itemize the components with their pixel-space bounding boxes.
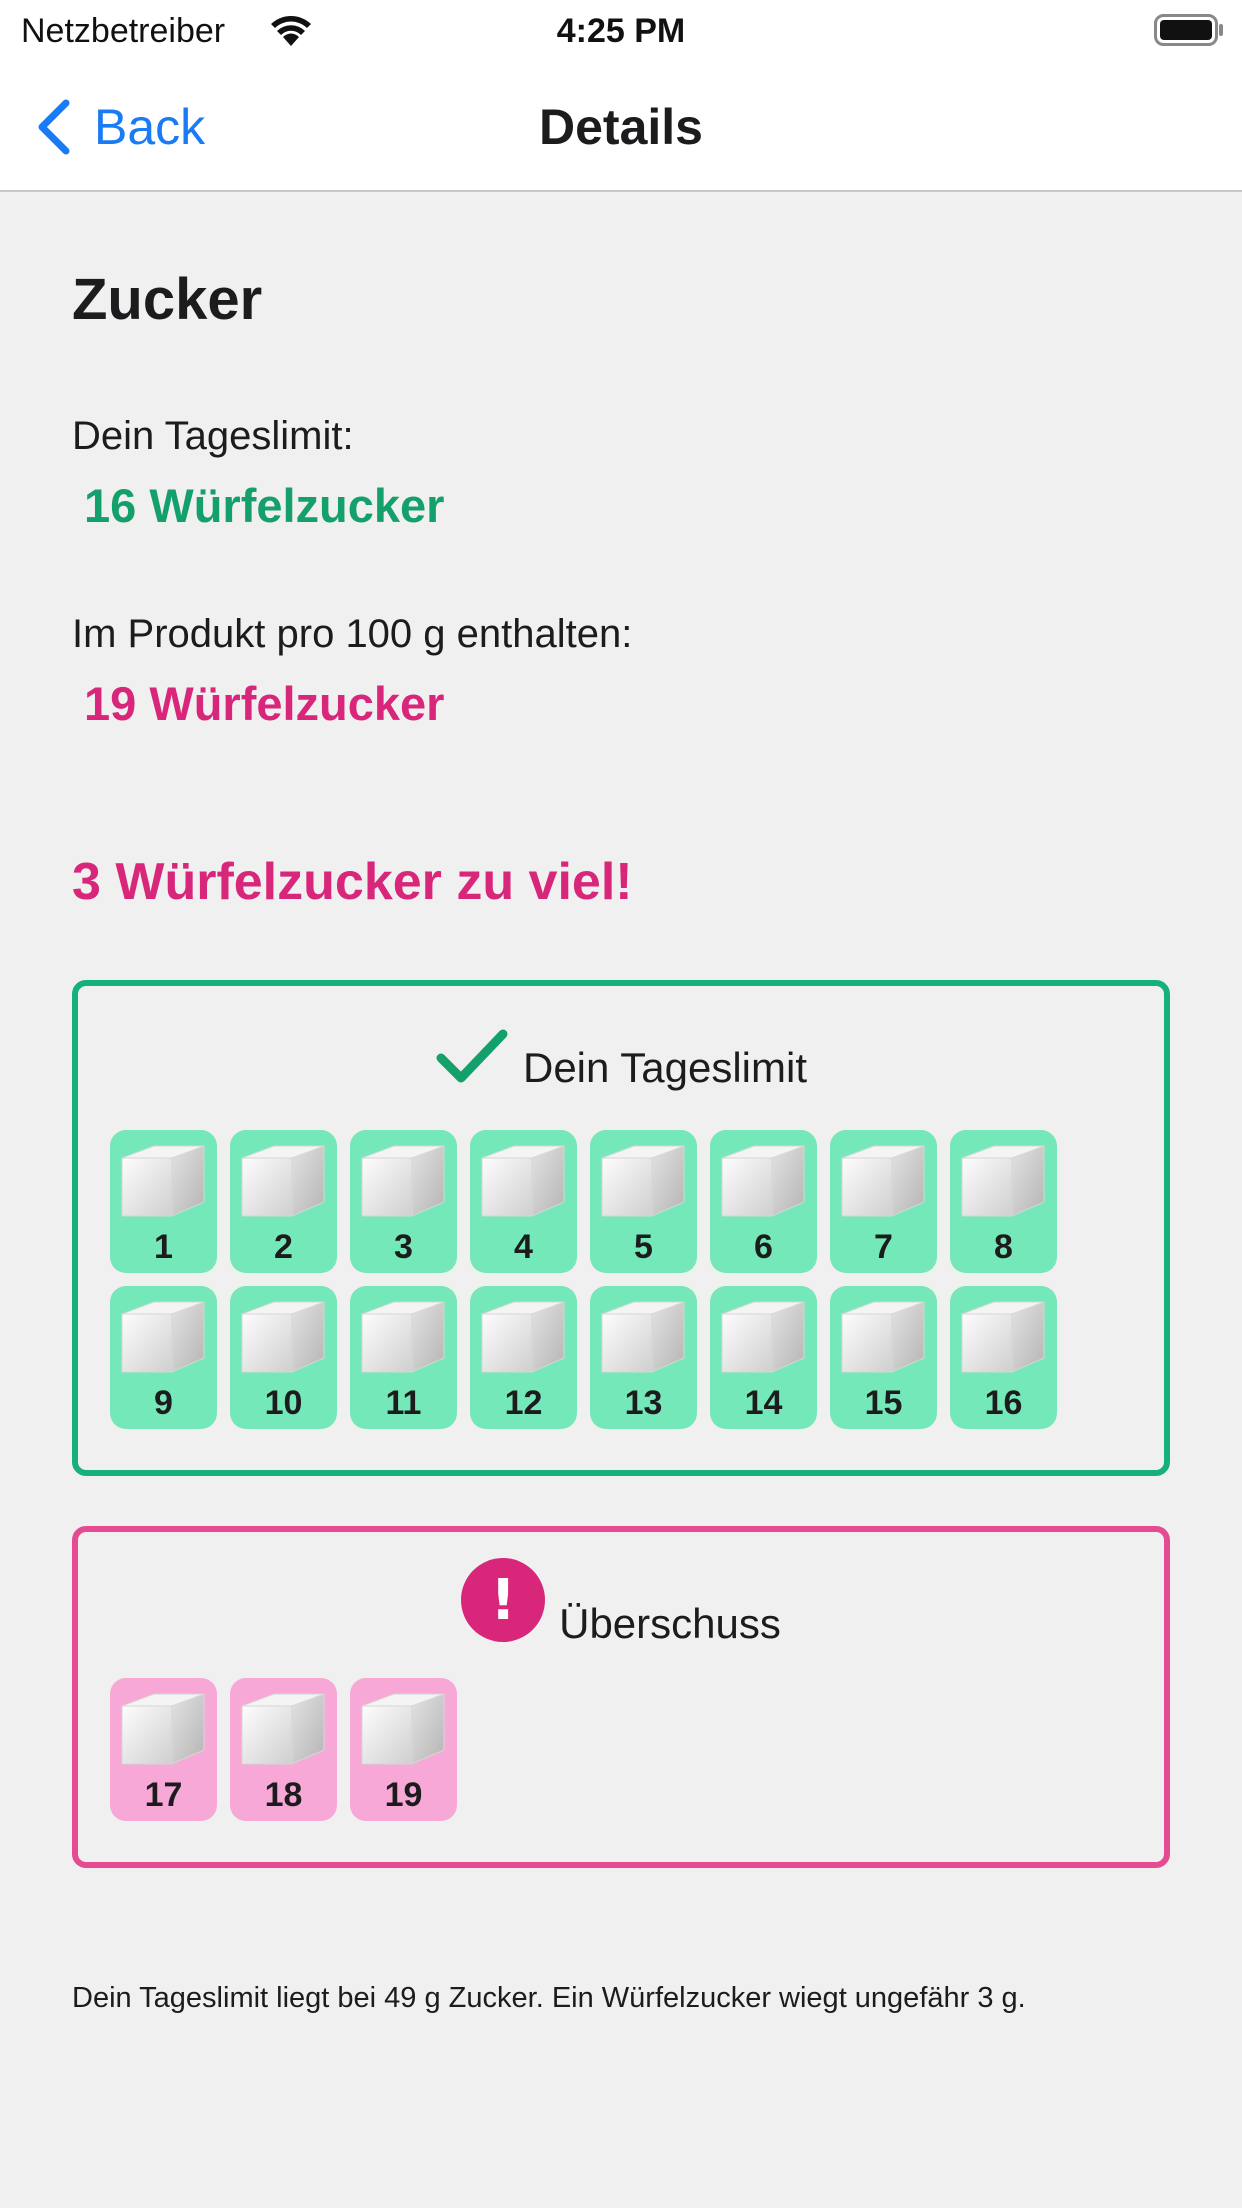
sugar-cube-number: 8 — [994, 1228, 1013, 1266]
footer-note: Dein Tageslimit liegt bei 49 g Zucker. E… — [72, 1982, 1026, 2014]
product-label: Im Produkt pro 100 g enthalten: — [72, 612, 633, 656]
exclamation-icon: ! — [461, 1558, 546, 1642]
sugar-cube-number: 7 — [874, 1228, 893, 1266]
limit_box-sugar-cube: 1 — [110, 1130, 217, 1273]
sugar-cube-number: 10 — [264, 1384, 303, 1422]
status-time: 4:25 PM — [556, 12, 686, 50]
sugar-cube-number: 11 — [385, 1384, 422, 1422]
limit-cube-grid: 1 2 3 4 5 6 7 8 9 10 11 12 13 14 15 16 — [110, 1130, 1057, 1429]
limit_box-sugar-cube: 6 — [710, 1130, 817, 1273]
sugar-cube-number: 15 — [864, 1384, 903, 1422]
limit_box-sugar-cube: 13 — [590, 1286, 697, 1429]
excess_box-sugar-cube: 18 — [230, 1678, 337, 1821]
limit-label: Dein Tageslimit: — [72, 414, 354, 458]
sugar-cube-number: 17 — [144, 1776, 183, 1814]
checkmark-icon — [435, 1026, 509, 1086]
sugar-cube-number: 18 — [264, 1776, 303, 1814]
limit_box-sugar-cube: 4 — [470, 1130, 577, 1273]
product-value: 19 Würfelzucker — [84, 677, 445, 730]
sugar-cube-number: 9 — [154, 1384, 173, 1422]
excess-cube-grid: 17 18 19 — [110, 1678, 1057, 1821]
sugar-cube-number: 5 — [634, 1228, 653, 1266]
sugar-cube-number: 19 — [384, 1776, 423, 1814]
navigation-bar: Back Details — [0, 62, 1242, 192]
excess-warning: 3 Würfelzucker zu viel! — [72, 853, 633, 911]
sugar-cube-number: 12 — [504, 1384, 543, 1422]
sugar-cube-number: 16 — [984, 1384, 1023, 1422]
page-title: Zucker — [72, 267, 263, 332]
excess-header: ! Überschuss — [78, 1558, 1164, 1647]
daily-limit-box: Dein Tageslimit 1 2 3 4 5 6 7 8 9 10 11 12 13 14 15 16 — [72, 980, 1170, 1476]
status-bar: Netzbetreiber 4:25 PM — [0, 0, 1242, 62]
limit_box-sugar-cube: 7 — [830, 1130, 937, 1273]
sugar-cube-number: 1 — [154, 1228, 173, 1266]
excess_box-sugar-cube: 17 — [110, 1678, 217, 1821]
daily-limit-header: Dein Tageslimit — [78, 1026, 1164, 1091]
sugar-cube-number: 6 — [754, 1228, 773, 1266]
limit_box-sugar-cube: 3 — [350, 1130, 457, 1273]
sugar-cube-number: 13 — [624, 1384, 663, 1422]
limit_box-sugar-cube: 8 — [950, 1130, 1057, 1273]
limit_box-sugar-cube: 16 — [950, 1286, 1057, 1429]
excess-box: ! Überschuss 17 18 19 — [72, 1526, 1170, 1868]
limit_box-sugar-cube: 5 — [590, 1130, 697, 1273]
limit_box-sugar-cube: 14 — [710, 1286, 817, 1429]
limit_box-sugar-cube: 15 — [830, 1286, 937, 1429]
sugar-cube-number: 2 — [274, 1228, 293, 1266]
limit_box-sugar-cube: 10 — [230, 1286, 337, 1429]
excess_box-sugar-cube: 19 — [350, 1678, 457, 1821]
battery-icon — [1154, 14, 1224, 46]
limit_box-sugar-cube: 12 — [470, 1286, 577, 1429]
limit_box-sugar-cube: 9 — [110, 1286, 217, 1429]
sugar-cube-number: 4 — [514, 1228, 533, 1266]
limit_box-sugar-cube: 11 — [350, 1286, 457, 1429]
limit_box-sugar-cube: 2 — [230, 1130, 337, 1273]
excess-label: Überschuss — [559, 1600, 781, 1647]
sugar-cube-number: 3 — [394, 1228, 413, 1266]
nav-title: Details — [539, 99, 703, 155]
limit-value: 16 Würfelzucker — [84, 479, 445, 532]
daily-limit-label: Dein Tageslimit — [522, 1044, 807, 1091]
sugar-cube-number: 14 — [744, 1384, 783, 1422]
